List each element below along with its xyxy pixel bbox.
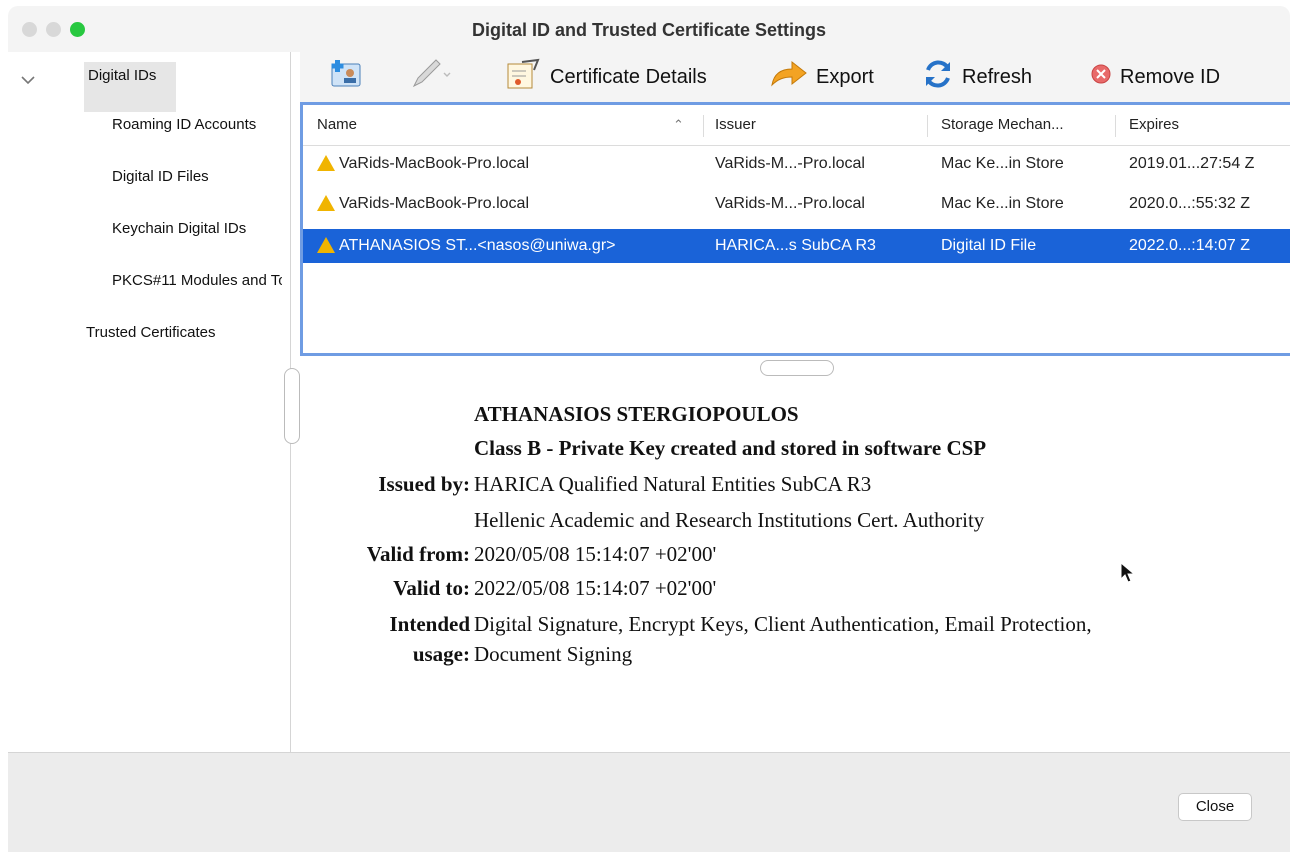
certificate-details-pane: ATHANASIOS STERGIOPOULOS Class B - Priva…	[300, 376, 1290, 752]
column-header-storage[interactable]: Storage Mechan...	[941, 105, 1111, 146]
valid-to-label: Valid to:	[393, 576, 470, 600]
intended-usage-label: Intended	[389, 612, 470, 636]
certificate-details-label: Certificate Details	[550, 65, 707, 88]
valid-from-label: Valid from:	[366, 542, 470, 566]
close-button[interactable]: Close	[1178, 793, 1252, 821]
column-separator	[927, 115, 928, 137]
column-separator	[703, 115, 704, 137]
dialog-window: Digital ID and Trusted Certificate Setti…	[8, 6, 1290, 852]
intended-usage-label-2: usage:	[412, 642, 470, 666]
cell-expires: 2022.0...:14:07 Z	[1129, 237, 1250, 254]
sidebar-item-keychain-digital-ids[interactable]: Keychain Digital IDs	[112, 220, 282, 237]
remove-id-label: Remove ID	[1120, 65, 1221, 88]
add-id-icon	[328, 58, 364, 96]
sidebar-item-digital-ids[interactable]: Digital IDs	[84, 62, 176, 112]
refresh-icon	[922, 58, 954, 96]
cell-storage: Mac Ke...in Store	[941, 155, 1064, 172]
refresh-button[interactable]: Refresh	[922, 60, 1032, 94]
column-header-expires[interactable]: Expires	[1129, 105, 1279, 146]
cell-expires: 2020.0...:55:32 Z	[1129, 195, 1250, 212]
cell-expires: 2019.01...27:54 Z	[1129, 155, 1255, 172]
sidebar-item-digital-id-files[interactable]: Digital ID Files	[112, 168, 282, 185]
warning-icon	[317, 155, 335, 171]
column-header-name[interactable]: Name ⌃	[317, 105, 684, 146]
issued-by-organization: Hellenic Academic and Research Instituti…	[474, 508, 985, 532]
add-id-button[interactable]	[328, 60, 372, 94]
warning-icon	[317, 195, 335, 211]
intended-usage-value: Digital Signature, Encrypt Keys, Client …	[474, 612, 1092, 636]
table-row[interactable]: VaRids-MacBook-Pro.local VaRids-M...-Pro…	[303, 189, 1290, 219]
column-separator	[1115, 115, 1116, 137]
remove-icon	[1090, 63, 1112, 91]
certificate-icon	[504, 58, 542, 96]
pane-splitter-handle[interactable]	[760, 360, 834, 376]
mouse-cursor-icon	[1120, 561, 1136, 589]
sidebar-splitter-handle[interactable]	[284, 368, 300, 444]
table-row-selected[interactable]: ATHANASIOS ST...<nasos@uniwa.gr> HARICA.…	[303, 229, 1290, 263]
refresh-label: Refresh	[962, 65, 1033, 88]
title-bar: Digital ID and Trusted Certificate Setti…	[8, 6, 1290, 52]
certificate-subject-name: ATHANASIOS STERGIOPOULOS	[474, 402, 799, 426]
warning-icon	[317, 237, 335, 253]
export-button[interactable]: Export	[770, 60, 874, 94]
sidebar-item-label: Roaming ID Accounts	[112, 116, 257, 133]
cell-issuer: HARICA...s SubCA R3	[715, 237, 876, 254]
certificate-class: Class B - Private Key created and stored…	[474, 436, 987, 460]
table-row[interactable]: VaRids-MacBook-Pro.local VaRids-M...-Pro…	[303, 149, 1290, 179]
chevron-down-icon[interactable]	[20, 72, 36, 90]
dialog-footer: Close	[8, 752, 1290, 852]
column-header-label: Name	[317, 116, 358, 133]
intended-usage-value-2: Document Signing	[474, 642, 633, 666]
export-label: Export	[816, 65, 874, 88]
edit-button[interactable]	[408, 58, 460, 96]
cell-storage: Mac Ke...in Store	[941, 195, 1064, 212]
sidebar-item-trusted-certificates[interactable]: Trusted Certificates	[86, 324, 276, 341]
sidebar-item-label: Digital ID Files	[112, 168, 209, 185]
certificate-details-button[interactable]: Certificate Details	[504, 58, 707, 96]
valid-to-value: 2022/05/08 15:14:07 +02'00'	[474, 576, 717, 600]
pencil-icon	[408, 58, 452, 96]
sidebar: Digital IDs Roaming ID Accounts Digital …	[8, 52, 291, 752]
sidebar-item-label: Keychain Digital IDs	[112, 220, 247, 237]
sidebar-item-label: Trusted Certificates	[86, 324, 216, 341]
cell-issuer: VaRids-M...-Pro.local	[715, 155, 865, 172]
cell-name-text: VaRids-MacBook-Pro.local	[339, 155, 529, 172]
digital-ids-table[interactable]: Name ⌃ Issuer Storage Mechan... Expires …	[300, 102, 1290, 356]
cell-issuer: VaRids-M...-Pro.local	[715, 195, 865, 212]
sidebar-item-roaming-id-accounts[interactable]: Roaming ID Accounts	[112, 116, 282, 133]
cell-name-text: VaRids-MacBook-Pro.local	[339, 195, 529, 212]
remove-id-button[interactable]: Remove ID	[1090, 60, 1220, 94]
cell-storage: Digital ID File	[941, 237, 1037, 254]
valid-from-value: 2020/05/08 15:14:07 +02'00'	[474, 542, 717, 566]
issued-by-label: Issued by:	[378, 472, 470, 496]
cell-name: VaRids-MacBook-Pro.local	[317, 195, 529, 213]
column-header-issuer[interactable]: Issuer	[715, 105, 915, 146]
sidebar-item-label: Digital IDs	[88, 67, 157, 84]
sort-ascending-icon: ⌃	[673, 117, 684, 132]
cell-name: ATHANASIOS ST...<nasos@uniwa.gr>	[317, 237, 616, 255]
cell-name: VaRids-MacBook-Pro.local	[317, 155, 529, 173]
cell-name-text: ATHANASIOS ST...<nasos@uniwa.gr>	[339, 237, 616, 254]
sidebar-item-pkcs11-modules[interactable]: PKCS#11 Modules and Tokens	[112, 272, 282, 289]
issued-by-value: HARICA Qualified Natural Entities SubCA …	[474, 472, 872, 496]
window-title: Digital ID and Trusted Certificate Setti…	[471, 20, 827, 40]
toolbar: Certificate Details Export Refresh Remov…	[300, 52, 1290, 102]
sidebar-item-label: PKCS#11 Modules and Tokens	[112, 272, 282, 289]
export-arrow-icon	[770, 59, 808, 95]
